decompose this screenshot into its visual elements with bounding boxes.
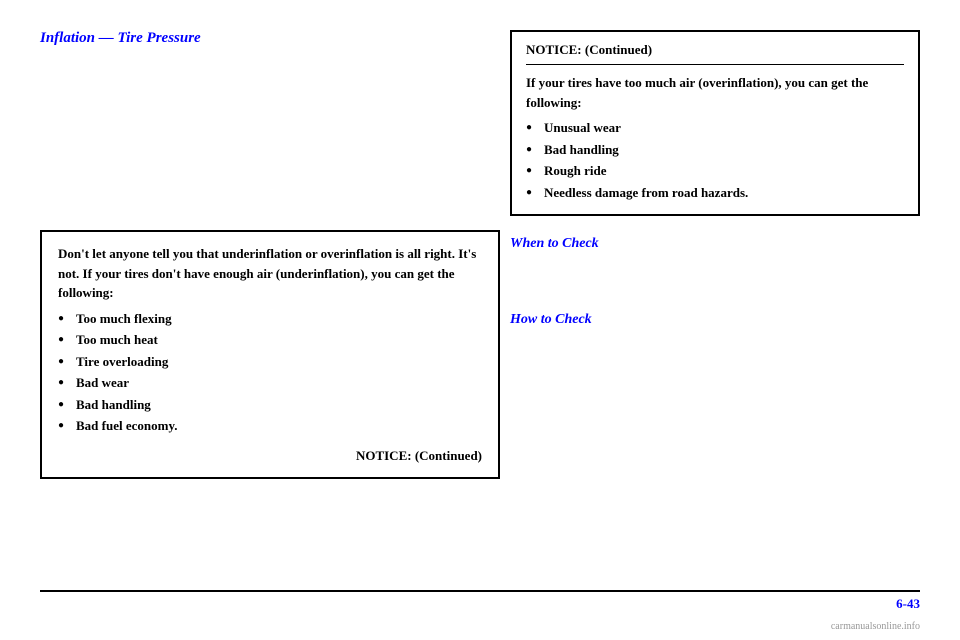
right-column: NOTICE: (Continued) If your tires have t… — [510, 30, 920, 336]
left-notice-continued: NOTICE: (Continued) — [58, 446, 482, 466]
left-notice-body: Don't let anyone tell you that underinfl… — [58, 244, 482, 465]
left-notice-box: Don't let anyone tell you that underinfl… — [40, 230, 500, 479]
right-notice-intro: If your tires have too much air (overinf… — [526, 73, 904, 112]
list-item: Bad wear — [58, 373, 482, 393]
list-item: Rough ride — [526, 161, 904, 181]
list-item: Bad handling — [526, 140, 904, 160]
page-container: Inflation — Tire Pressure Don't let anyo… — [0, 0, 960, 640]
list-item: Needless damage from road hazards. — [526, 183, 904, 203]
bottom-bar: 6-43 — [40, 590, 920, 612]
list-item: Too much flexing — [58, 309, 482, 329]
left-column: Don't let anyone tell you that underinfl… — [40, 70, 500, 479]
right-notice-body: If your tires have too much air (overinf… — [526, 73, 904, 202]
how-to-check-heading: How to Check — [510, 312, 920, 328]
right-notice-list: Unusual wear Bad handling Rough ride Nee… — [526, 118, 904, 202]
list-item: Bad fuel economy. — [58, 416, 482, 436]
list-item: Unusual wear — [526, 118, 904, 138]
watermark: carmanualsonline.info — [831, 621, 920, 632]
when-to-check-heading: When to Check — [510, 236, 920, 252]
list-item: Too much heat — [58, 330, 482, 350]
left-notice-list: Too much flexing Too much heat Tire over… — [58, 309, 482, 436]
list-item: Tire overloading — [58, 352, 482, 372]
left-notice-intro: Don't let anyone tell you that underinfl… — [58, 244, 482, 303]
right-notice-title: NOTICE: (Continued) — [526, 42, 904, 65]
list-item: Bad handling — [58, 395, 482, 415]
right-notice-box: NOTICE: (Continued) If your tires have t… — [510, 30, 920, 216]
page-number: 6-43 — [896, 596, 920, 612]
